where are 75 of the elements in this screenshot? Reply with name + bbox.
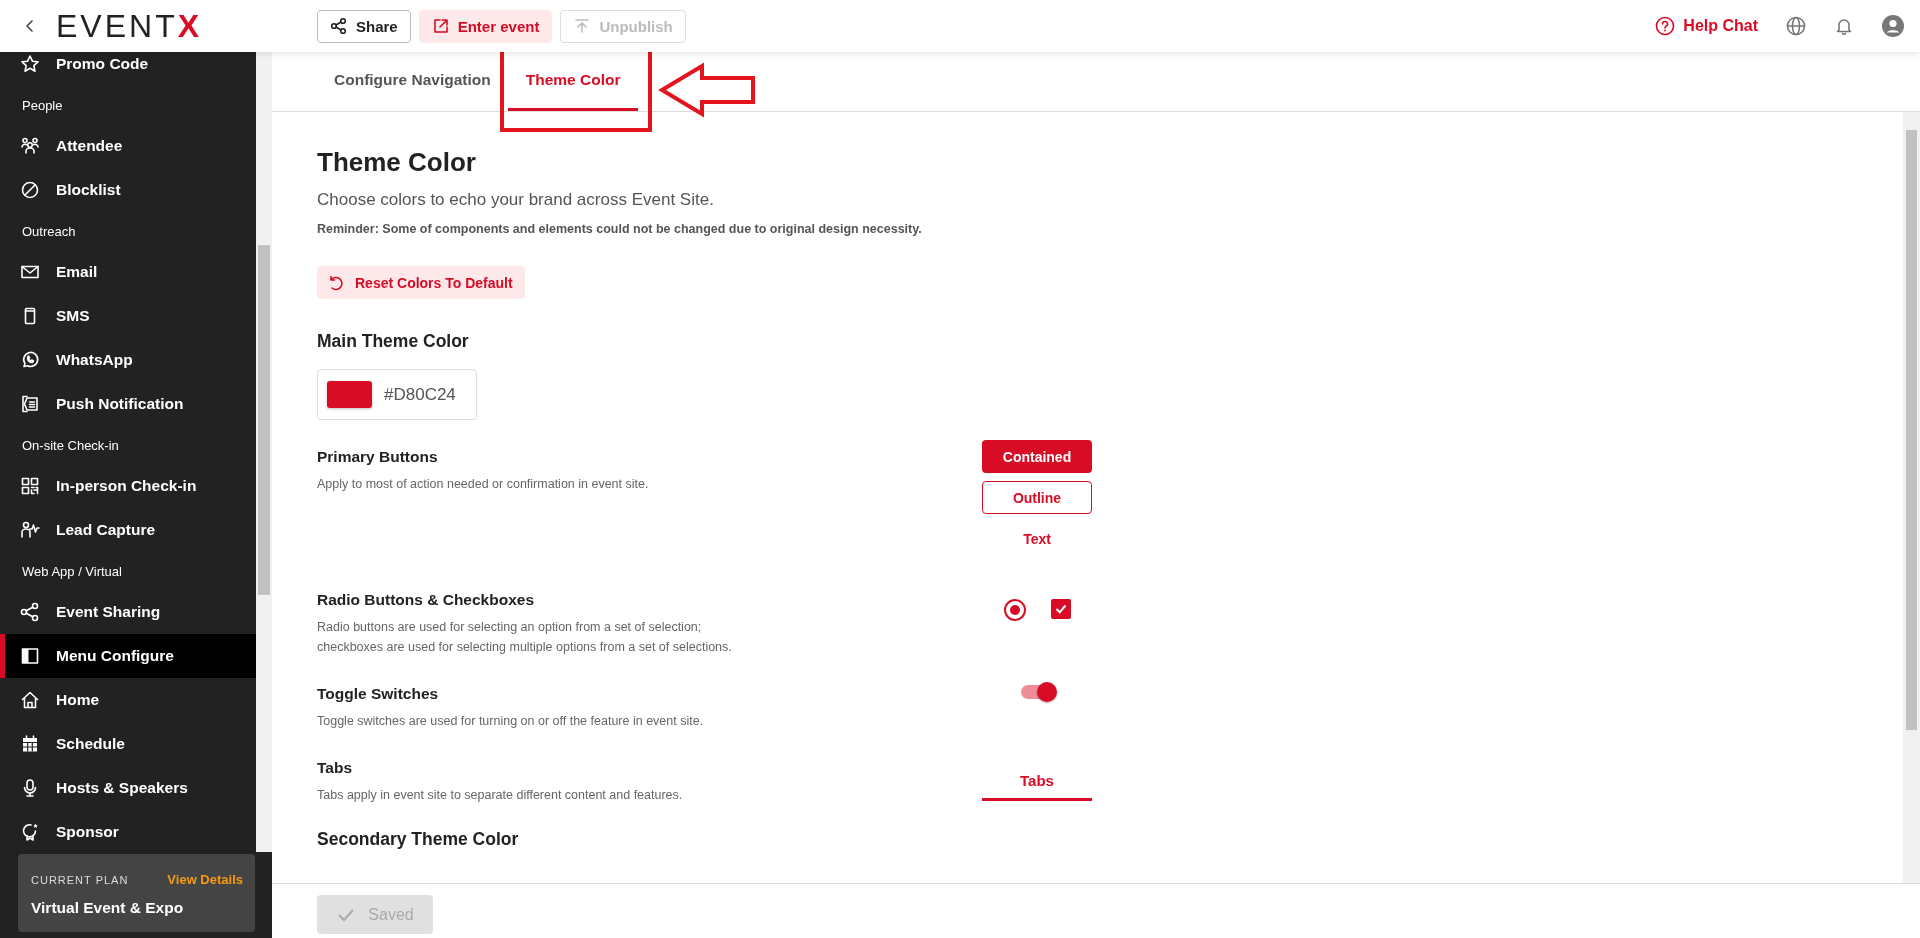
reset-icon <box>327 273 345 292</box>
scrollbar[interactable] <box>258 245 270 595</box>
view-details-link[interactable]: View Details <box>167 872 243 887</box>
toggle-switch[interactable] <box>1021 685 1055 699</box>
reminder-text: Reminder: Some of components and elements could not be changed due to original design necessity. <box>317 222 923 236</box>
option-title: Radio Buttons & Checkboxes <box>317 591 536 609</box>
sidebar-item[interactable]: In-person Check-in <box>0 464 256 508</box>
reset-button[interactable]: Reset Colors To Default <box>317 266 525 299</box>
notification-list-icon <box>20 394 40 414</box>
tab[interactable]: Configure Navigation <box>334 55 491 111</box>
sidebar-item[interactable]: Menu Configure <box>0 634 256 678</box>
option-description: Apply to most of action needed or confirmation in event site. <box>317 476 649 493</box>
sidebar-item[interactable]: Lead Capture <box>0 508 256 552</box>
section-label: People <box>21 96 64 115</box>
home-icon <box>20 690 40 710</box>
section-label: On-site Check-in <box>21 436 120 455</box>
sample-button[interactable]: Contained <box>982 440 1092 473</box>
qr-code-icon <box>20 476 40 496</box>
sidebar-item[interactable]: Blocklist <box>0 168 256 212</box>
option-description: Toggle switches are used for turning on or off the feature in event site. <box>317 713 704 730</box>
sidebar-item[interactable]: Event Sharing <box>0 590 256 634</box>
sidebar-item[interactable]: Promo Code <box>0 52 256 86</box>
help-chat-button[interactable]: Help Chat <box>1655 16 1758 36</box>
checkbox[interactable] <box>1050 599 1071 619</box>
logo[interactable]: EVENTX <box>56 10 203 42</box>
color-swatch[interactable] <box>327 381 372 408</box>
section-label: Web App / Virtual <box>21 562 123 581</box>
sidebar-item[interactable]: SMS <box>0 294 256 338</box>
sidebar-item[interactable]: WhatsApp <box>0 338 256 382</box>
external-link-icon <box>431 17 450 35</box>
option-title: Toggle Switches <box>317 685 440 703</box>
check-icon <box>1053 602 1068 616</box>
sidebar-item[interactable]: Home <box>0 678 256 722</box>
option-description: Radio buttons are used for selecting an option from a set of selection; checkboxes are used for selecting multiple options from a set of selections. <box>317 619 732 656</box>
sidebar-item[interactable]: Email <box>0 250 256 294</box>
sample-tab[interactable]: Tabs <box>982 763 1092 801</box>
calendar-icon <box>20 734 40 754</box>
help-icon <box>1655 16 1676 36</box>
radio-button[interactable] <box>1003 599 1026 621</box>
sample-button[interactable]: Outline <box>982 481 1092 514</box>
subtitle: Choose colors to echo your brand across Event Site. <box>317 190 715 210</box>
back-icon[interactable] <box>24 18 36 34</box>
upload-icon <box>573 17 592 35</box>
avatar-icon[interactable] <box>1882 15 1904 37</box>
tab[interactable]: Theme Color <box>507 55 639 111</box>
globe-icon[interactable] <box>1786 16 1806 36</box>
option-title: Primary Buttons <box>317 448 439 466</box>
people-icon <box>20 136 40 156</box>
panel-icon <box>20 646 40 666</box>
option-description: Tabs apply in event site to separate different content and features. <box>317 787 683 804</box>
award-icon <box>20 822 40 842</box>
section-heading: Secondary Theme Color <box>317 829 520 850</box>
share-icon <box>20 602 40 622</box>
sidebar-item[interactable]: Sponsor <box>0 810 256 852</box>
sidebar-item[interactable]: Push Notification <box>0 382 256 426</box>
action-button[interactable]: Share <box>317 9 411 43</box>
star-icon <box>20 54 40 74</box>
scrollbar[interactable] <box>1906 130 1917 730</box>
plan-name: Virtual Event & Expo <box>31 899 185 917</box>
bell-icon[interactable] <box>1834 16 1854 36</box>
action-button[interactable]: Enter event <box>418 9 553 43</box>
chat-bubble-icon <box>20 350 40 370</box>
sidebar-item[interactable]: Attendee <box>0 124 256 168</box>
section-heading: Main Theme Color <box>317 331 470 352</box>
sidebar-item[interactable]: Hosts & Speakers <box>0 766 256 810</box>
plan-label: CURRENT PLAN <box>31 873 129 886</box>
blocked-icon <box>20 180 40 200</box>
page-title: Theme Color <box>317 147 477 178</box>
sample-button[interactable]: Text <box>982 522 1092 555</box>
option-title: Tabs <box>317 759 354 777</box>
section-label: Outreach <box>21 222 77 241</box>
person-pulse-icon <box>20 520 40 540</box>
share-icon <box>330 17 348 35</box>
sidebar-item[interactable]: Schedule <box>0 722 256 766</box>
color-field[interactable]: #D80C24 <box>317 369 477 420</box>
